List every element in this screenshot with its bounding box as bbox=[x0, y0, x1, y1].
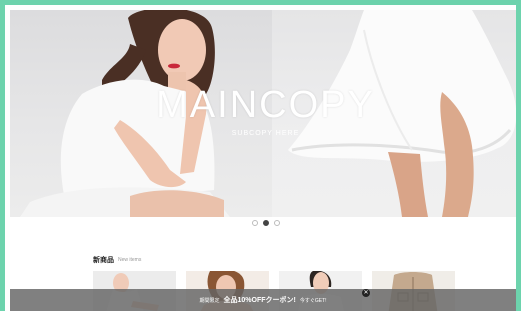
coupon-cta[interactable]: 今すぐGET! bbox=[300, 297, 327, 304]
hero-slider[interactable]: MAINCOPY SUBCOPY HERE bbox=[10, 10, 516, 217]
page-frame: MAINCOPY SUBCOPY HERE 新商品 New items bbox=[0, 0, 521, 311]
slider-dot-3[interactable] bbox=[273, 220, 280, 226]
slider-pagination bbox=[5, 220, 516, 226]
slider-dot-2[interactable] bbox=[262, 220, 269, 226]
coupon-offer: 全品10%OFFクーポン! bbox=[223, 297, 296, 304]
slider-dot-1[interactable] bbox=[251, 220, 258, 226]
hero-sub-copy: SUBCOPY HERE bbox=[231, 130, 300, 137]
close-icon[interactable]: ✕ bbox=[362, 289, 370, 297]
new-items-subheading: New items bbox=[118, 257, 142, 263]
hero-main-copy: MAINCOPY bbox=[156, 84, 375, 126]
new-items-heading: 新商品 bbox=[93, 257, 114, 264]
coupon-prefix: 期間限定 bbox=[199, 297, 220, 304]
coupon-banner[interactable]: 期間限定 全品10%OFFクーポン! 今すぐGET! bbox=[10, 289, 516, 311]
